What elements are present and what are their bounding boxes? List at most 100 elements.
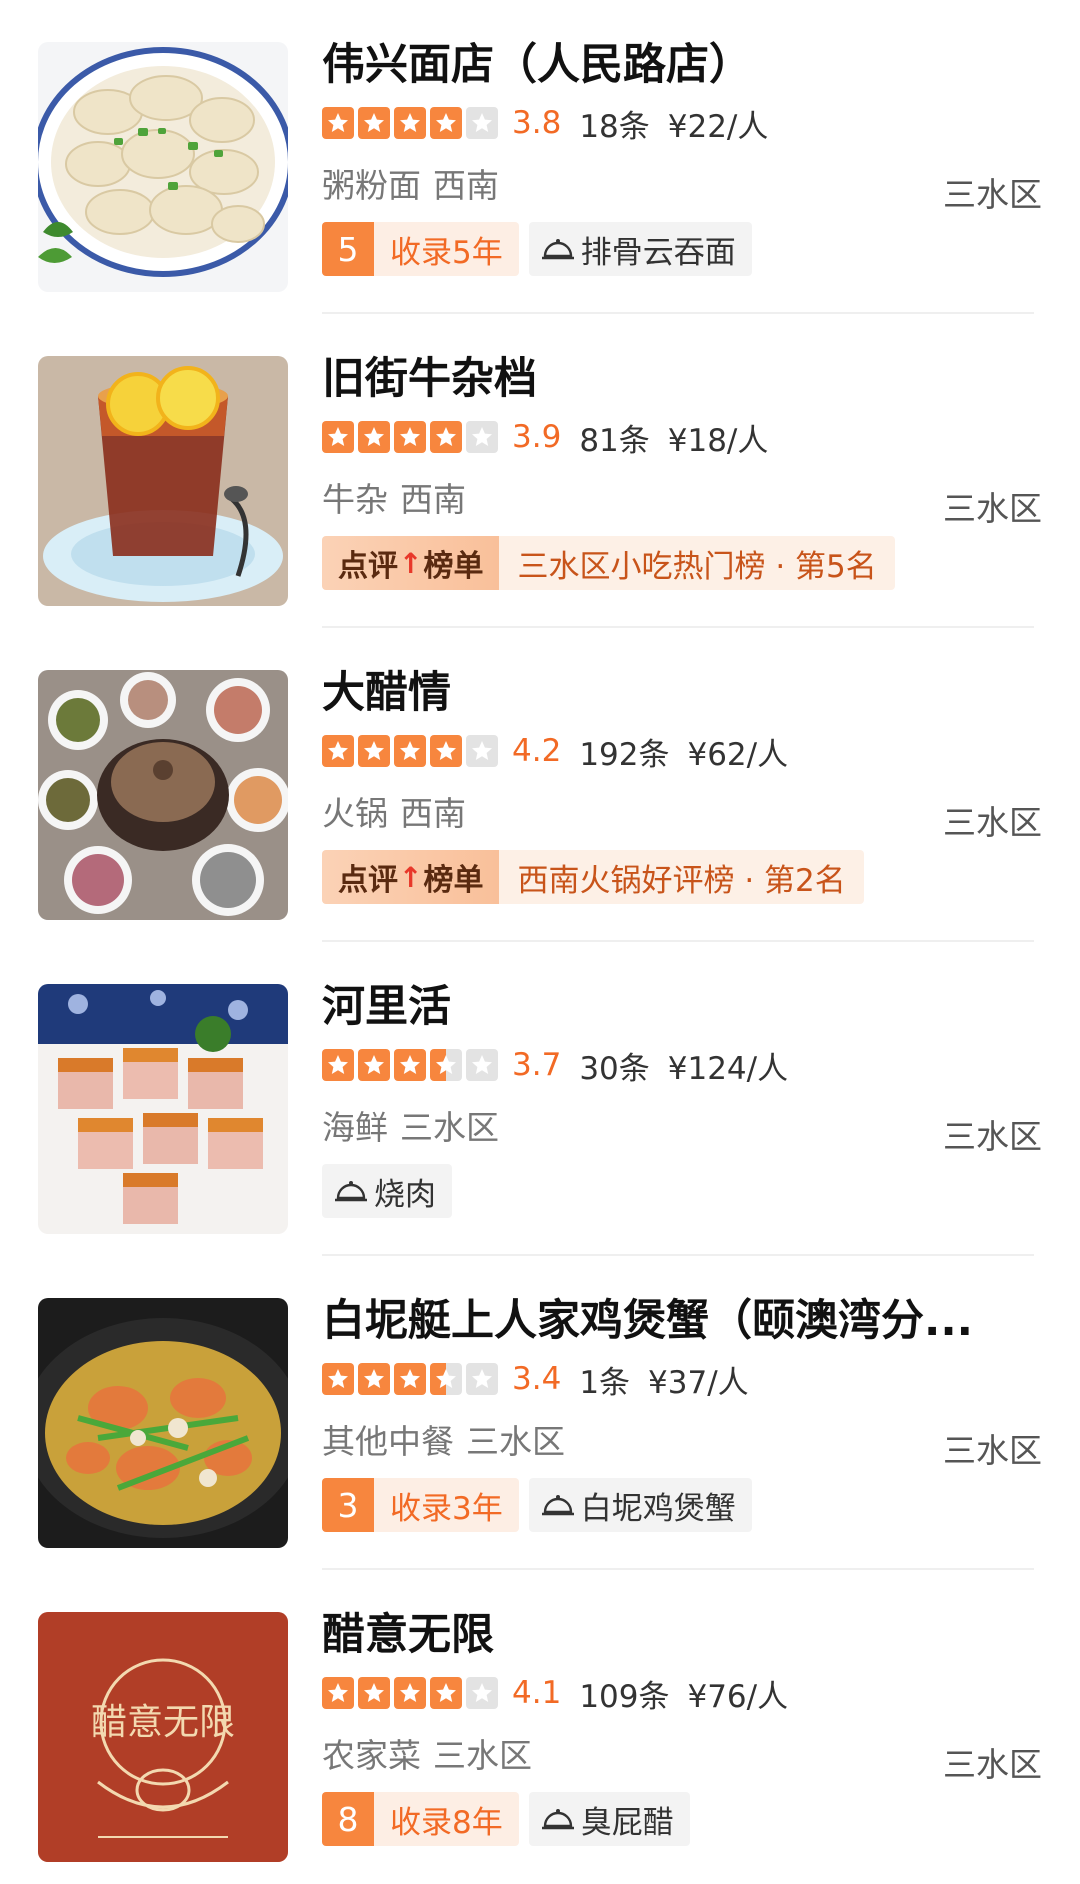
star-icon (322, 107, 354, 139)
restaurant-card[interactable]: 河里活 3.7 30条 ¥124/人 海鲜 三水区 烧肉 三水区 (0, 942, 1080, 1256)
recommended-dish-tag[interactable]: 排骨云吞面 (528, 222, 752, 276)
review-count: 30条 (579, 1050, 650, 1087)
district: 三水区 (943, 803, 1042, 842)
star-icon (394, 735, 426, 767)
star-icon (394, 107, 426, 139)
years-number: 8 (322, 1792, 374, 1846)
hotpot-image[interactable] (38, 670, 288, 920)
review-count: 81条 (579, 422, 650, 459)
ranking-tag[interactable]: 点评 ↑ 榜单 西南火锅好评榜 · 第2名 (322, 850, 864, 904)
star-rating (322, 1049, 502, 1081)
restaurant-card[interactable]: 大醋情 4.2 192条 ¥62/人 火锅 西南 点评 ↑ 榜单 西南火锅好评榜 ·… (0, 628, 1080, 942)
restaurant-name[interactable]: 旧街牛杂档 (322, 350, 1022, 408)
star-icon (322, 735, 354, 767)
logo-image[interactable]: 醋意无限 (38, 1612, 288, 1862)
star-icon (466, 1049, 498, 1081)
star-icon (322, 1363, 354, 1395)
star-icon (394, 1363, 426, 1395)
dumplings-image[interactable] (38, 42, 288, 292)
up-arrow-icon: ↑ (399, 860, 423, 894)
district: 三水区 (943, 1117, 1042, 1156)
recommended-dish-tag[interactable]: 烧肉 (322, 1164, 452, 1218)
restaurant-card[interactable]: 醋意无限 醋意无限 4.1 109条 ¥76/人 农家菜 三水区 8 收录8年 (0, 1570, 1080, 1884)
category: 牛杂 (322, 480, 388, 519)
star-rating (322, 107, 502, 139)
score: 4.1 (512, 1675, 562, 1711)
star-icon (466, 421, 498, 453)
recommended-dish-tag[interactable]: 臭屁醋 (528, 1792, 690, 1846)
up-arrow-icon: ↑ (399, 546, 423, 580)
restaurant-list: 伟兴面店（人民路店） 3.8 18条 ¥22/人 粥粉面 西南 5 收录5年 排… (0, 0, 1080, 1884)
ranking-tag[interactable]: 点评 ↑ 榜单 三水区小吃热门榜 · 第5名 (322, 536, 895, 590)
ranking-text: 三水区小吃热门榜 · 第5名 (499, 536, 895, 590)
years-listed-tag: 5 收录5年 (322, 222, 519, 276)
star-icon (358, 421, 390, 453)
score: 4.2 (512, 733, 562, 769)
avg-price: ¥124/人 (667, 1050, 789, 1087)
logo-text: 醋意无限 (91, 1702, 235, 1743)
dish-name: 烧肉 (374, 1176, 436, 1213)
district: 三水区 (943, 175, 1042, 214)
years-listed-tag: 3 收录3年 (322, 1478, 519, 1532)
years-text: 收录3年 (374, 1478, 519, 1532)
restaurant-name[interactable]: 伟兴面店（人民路店） (322, 36, 1022, 94)
avg-price: ¥37/人 (648, 1364, 749, 1401)
region: 三水区 (433, 1736, 532, 1775)
avg-price: ¥22/人 (667, 108, 769, 145)
recommended-dish-tag[interactable]: 白坭鸡煲蟹 (528, 1478, 752, 1532)
restaurant-card[interactable]: 旧街牛杂档 3.9 81条 ¥18/人 牛杂 西南 点评 ↑ 榜单 三水区小吃热门榜… (0, 314, 1080, 628)
dish-name: 排骨云吞面 (580, 234, 736, 271)
star-icon (430, 1677, 462, 1709)
restaurant-name[interactable]: 醋意无限 (322, 1606, 1022, 1664)
score: 3.4 (512, 1361, 562, 1397)
star-rating (322, 735, 502, 767)
restaurant-name[interactable]: 大醋情 (322, 664, 1022, 722)
cloche-icon (541, 1809, 574, 1830)
review-count: 109条 (579, 1678, 670, 1715)
region: 三水区 (400, 1108, 499, 1147)
ranking-badge-text: 点评 (338, 549, 398, 584)
years-number: 3 (322, 1478, 374, 1532)
restaurant-name[interactable]: 河里活 (322, 978, 1022, 1036)
region: 西南 (433, 166, 499, 205)
star-icon (394, 421, 426, 453)
roast-pork-image[interactable] (38, 984, 288, 1234)
ranking-badge-text: 榜单 (423, 863, 484, 898)
lemon-tea-image[interactable] (38, 356, 288, 606)
restaurant-name[interactable]: 白坭艇上人家鸡煲蟹（颐澳湾分... (322, 1292, 1022, 1350)
star-icon (322, 1049, 354, 1081)
ranking-text: 西南火锅好评榜 · 第2名 (499, 850, 864, 904)
ranking-badge: 点评 ↑ 榜单 (322, 850, 500, 904)
restaurant-card[interactable]: 伟兴面店（人民路店） 3.8 18条 ¥22/人 粥粉面 西南 5 收录5年 排… (0, 0, 1080, 314)
star-icon (430, 1363, 462, 1395)
dish-name: 白坭鸡煲蟹 (580, 1490, 736, 1527)
star-icon (358, 107, 390, 139)
cloche-icon (541, 1495, 574, 1516)
district: 三水区 (943, 489, 1042, 528)
region: 西南 (400, 480, 466, 519)
star-icon (466, 107, 498, 139)
years-text: 收录8年 (374, 1792, 519, 1846)
years-number: 5 (322, 222, 374, 276)
category: 农家菜 (322, 1736, 421, 1775)
dish-name: 臭屁醋 (580, 1804, 674, 1841)
star-icon (430, 1049, 462, 1081)
star-icon (322, 421, 354, 453)
review-count: 192条 (579, 736, 670, 773)
crab-pot-image[interactable] (38, 1298, 288, 1548)
star-icon (358, 1363, 390, 1395)
avg-price: ¥62/人 (687, 736, 789, 773)
star-icon (394, 1049, 426, 1081)
star-icon (466, 735, 498, 767)
restaurant-card[interactable]: 白坭艇上人家鸡煲蟹（颐澳湾分... 3.4 1条 ¥37/人 其他中餐 三水区 … (0, 1256, 1080, 1570)
avg-price: ¥18/人 (667, 422, 769, 459)
star-icon (322, 1677, 354, 1709)
cloche-icon (335, 1181, 367, 1202)
star-icon (430, 735, 462, 767)
ranking-badge-text: 榜单 (423, 549, 484, 584)
category: 粥粉面 (322, 166, 421, 205)
score: 3.7 (512, 1047, 562, 1083)
years-text: 收录5年 (374, 222, 519, 276)
star-icon (430, 107, 462, 139)
star-rating (322, 1677, 502, 1709)
